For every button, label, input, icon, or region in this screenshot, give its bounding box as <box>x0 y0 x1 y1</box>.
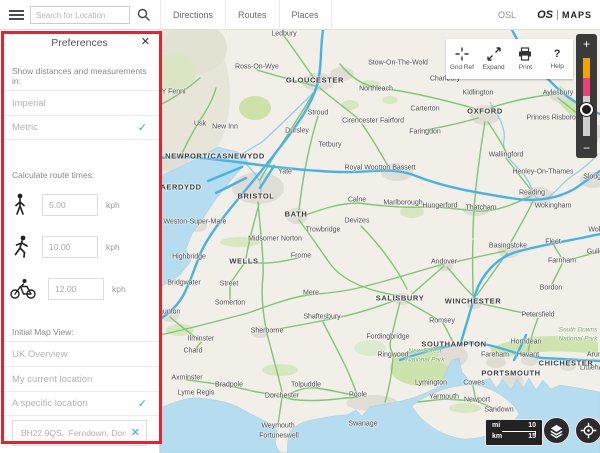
locate-icon <box>580 422 597 439</box>
osl-link[interactable]: OSL <box>488 0 526 30</box>
help-icon: ? <box>553 48 561 60</box>
scale-bar <box>502 431 536 435</box>
os-maps-logo[interactable]: OS MAPS <box>537 0 592 30</box>
run-speed-unit: kph <box>106 242 120 252</box>
search-icon[interactable] <box>136 7 152 23</box>
print-button[interactable]: Print <box>510 39 542 79</box>
specific-location-input[interactable] <box>12 420 147 446</box>
map-tools: Grid Ref Expand Print ? Help <box>446 39 573 79</box>
clear-location-icon[interactable]: ✕ <box>131 426 140 439</box>
option-imperial[interactable]: Imperial <box>0 90 159 115</box>
grid-ref-label: Grid Ref <box>449 64 474 71</box>
run-icon <box>14 235 28 258</box>
os-logo-icon: OS <box>537 9 553 21</box>
tab-routes[interactable]: Routes <box>225 0 279 30</box>
help-button[interactable]: ? Help <box>541 39 573 79</box>
scale-mi-value: 10 <box>528 422 536 429</box>
expand-icon <box>486 47 501 61</box>
help-label: Help <box>550 63 564 70</box>
option-imperial-label: Imperial <box>12 97 46 109</box>
preferences-panel: Preferences ✕ Show distances and measure… <box>0 30 160 453</box>
zoom-track[interactable] <box>583 58 590 136</box>
zoom-out-button[interactable]: − <box>576 138 597 158</box>
expand-button[interactable]: Expand <box>478 39 510 79</box>
layers-button[interactable] <box>543 417 570 444</box>
option-specific-location-label: A specific location <box>12 398 88 409</box>
map-viewport[interactable]: LedburyRoss-On-WyeAbergavenny/Y FenniUsk… <box>160 30 600 453</box>
option-metric[interactable]: Metric ✓ <box>0 115 159 140</box>
tab-places[interactable]: Places <box>278 0 332 30</box>
zoom-slider-handle[interactable] <box>580 103 593 116</box>
cycle-speed-unit: kph <box>112 284 126 294</box>
walk-speed-row: kph <box>0 184 159 226</box>
zoom-control: + − <box>576 34 597 158</box>
locate-button[interactable] <box>575 417 600 444</box>
scale-km-label: km <box>492 433 503 440</box>
cycle-speed-row: kph <box>0 268 159 310</box>
print-icon <box>519 47 532 61</box>
option-uk-overview-label: UK Overview <box>12 348 68 360</box>
print-label: Print <box>518 64 533 71</box>
check-icon: ✓ <box>137 122 147 134</box>
walk-speed-input[interactable] <box>42 194 98 216</box>
units-section-label: Show distances and measurements in: <box>12 66 147 86</box>
menu-icon[interactable] <box>9 10 24 21</box>
initial-view-label: Initial Map View: <box>12 327 74 337</box>
top-bar: Directions Routes Places OSL OS MAPS <box>0 0 600 30</box>
cycle-icon <box>10 279 36 299</box>
brand-maps-label: MAPS <box>561 10 592 20</box>
zoom-in-button[interactable]: + <box>576 34 597 54</box>
grid-ref-button[interactable]: Grid Ref <box>446 39 478 79</box>
logo-divider <box>556 10 558 20</box>
search-input[interactable] <box>30 6 130 24</box>
option-metric-label: Metric <box>12 122 38 133</box>
map-canvas <box>160 30 600 453</box>
grid-ref-icon <box>455 47 469 61</box>
run-speed-row: kph <box>0 226 159 268</box>
cycle-speed-input[interactable] <box>48 278 104 300</box>
option-current-location[interactable]: My current location <box>0 366 159 391</box>
scale-mi-label: mi <box>492 422 501 429</box>
option-uk-overview[interactable]: UK Overview <box>0 341 159 366</box>
expand-label: Expand <box>482 64 505 71</box>
walk-icon <box>15 193 25 215</box>
run-speed-input[interactable] <box>42 236 98 258</box>
panel-title: Preferences <box>51 37 108 49</box>
nav-tabs: Directions Routes Places <box>160 0 332 30</box>
option-specific-location[interactable]: A specific location ✓ <box>0 391 159 416</box>
close-icon[interactable]: ✕ <box>141 35 150 48</box>
option-current-location-label: My current location <box>12 373 93 385</box>
layers-icon <box>550 424 563 439</box>
check-icon: ✓ <box>137 398 147 410</box>
scale-indicator: mi 10 km 15 <box>485 419 543 446</box>
route-times-label: Calculate route times: <box>12 170 95 180</box>
tab-directions[interactable]: Directions <box>160 0 225 30</box>
walk-speed-unit: kph <box>106 200 120 210</box>
